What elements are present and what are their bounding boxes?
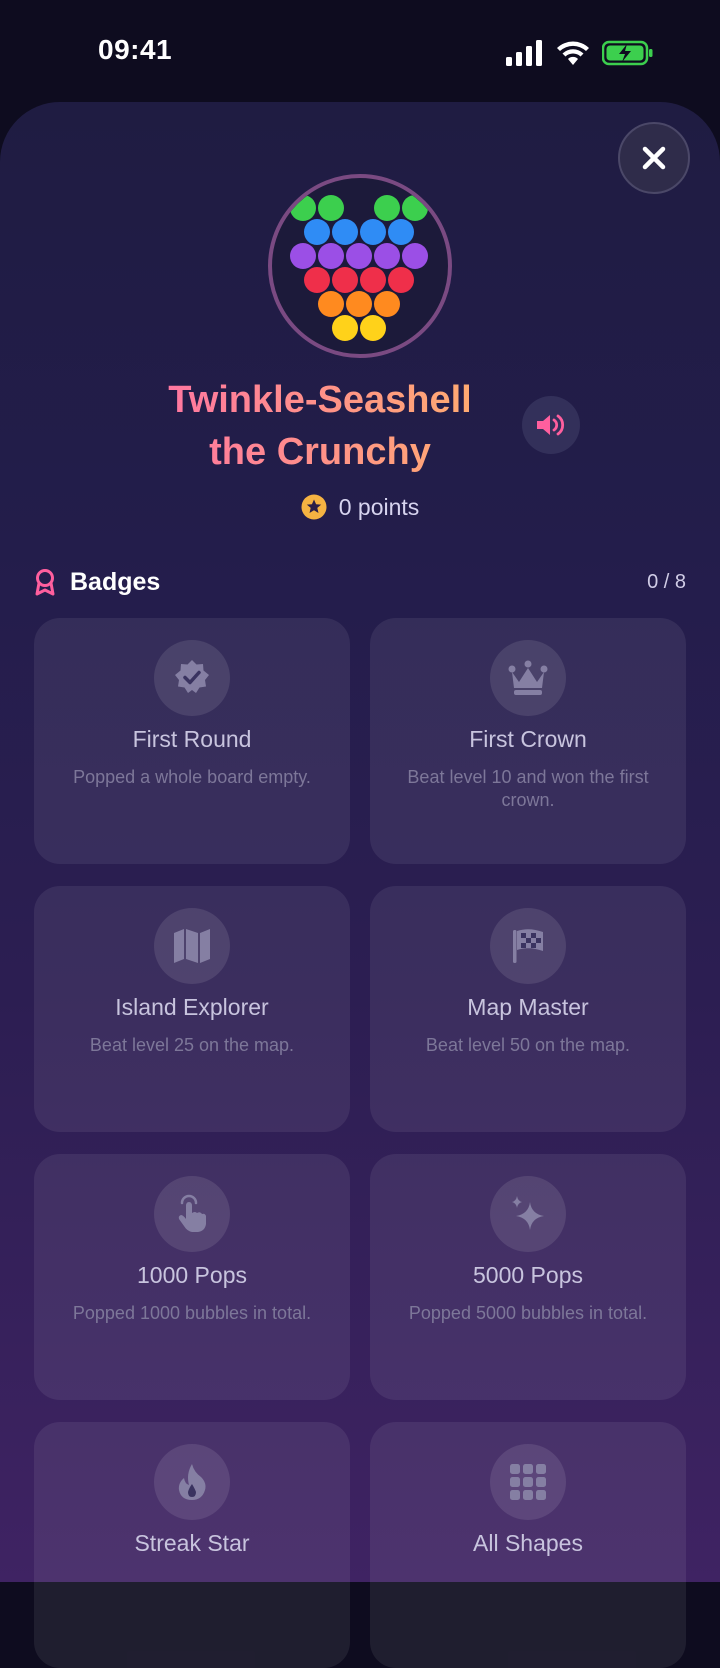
profile-sheet: Twinkle-Seashell the Crunchy 0 points Ba… <box>0 102 720 1668</box>
badge-card-first-crown[interactable]: First Crown Beat level 10 and won the fi… <box>370 618 686 864</box>
badge-card-1000-pops[interactable]: 1000 Pops Popped 1000 bubbles in total. <box>34 1154 350 1400</box>
tap-hand-icon <box>178 1194 206 1232</box>
badge-title: First Crown <box>469 726 587 752</box>
badge-description: Popped a whole board empty. <box>73 767 311 787</box>
badge-description: Beat level 10 and won the first crown. <box>407 767 649 810</box>
sparkles-icon <box>512 1196 544 1230</box>
status-time: 09:41 <box>98 34 173 65</box>
badge-description: Beat level 25 on the map. <box>89 1035 295 1055</box>
badge-icon-wrap <box>154 1176 230 1252</box>
badge-title: First Round <box>132 726 252 752</box>
badge-description: Popped 1000 bubbles in total. <box>72 1303 312 1323</box>
points-row: 0 points <box>0 490 720 524</box>
badge-title: All Shapes <box>473 1530 583 1556</box>
badge-icon-wrap <box>490 908 566 984</box>
close-button[interactable] <box>618 122 690 194</box>
badge-title: Map Master <box>467 994 589 1020</box>
speaker-icon <box>537 414 565 436</box>
badge-icon-wrap <box>490 1176 566 1252</box>
badge-title: 1000 Pops <box>137 1262 247 1288</box>
points-label: 0 points <box>338 493 420 520</box>
badge-card-5000-pops[interactable]: 5000 Pops Popped 5000 bubbles in total. <box>370 1154 686 1400</box>
star-coin-icon <box>301 494 327 520</box>
badge-card-map-master[interactable]: Map Master Beat level 50 on the map. <box>370 886 686 1132</box>
badge-title: Streak Star <box>134 1530 250 1556</box>
speak-name-button[interactable] <box>522 396 580 454</box>
badges-count: 0 / 8 <box>647 570 686 593</box>
badge-title: 5000 Pops <box>473 1262 583 1288</box>
grid-icon <box>510 1464 546 1500</box>
player-name: Twinkle-Seashell the Crunchy <box>120 374 520 478</box>
verified-badge-icon <box>175 660 209 693</box>
cellular-signal-icon <box>506 40 542 66</box>
badge-icon-wrap <box>154 640 230 716</box>
battery-charging-icon <box>602 40 653 66</box>
wifi-icon <box>557 41 589 65</box>
badge-icon-wrap <box>490 640 566 716</box>
badge-card-island-explorer[interactable]: Island Explorer Beat level 25 on the map… <box>34 886 350 1132</box>
map-icon <box>174 929 210 963</box>
badge-card-streak-star[interactable]: Streak Star <box>34 1422 350 1668</box>
badge-description: Popped 5000 bubbles in total. <box>408 1303 648 1323</box>
crown-icon <box>508 660 548 695</box>
badge-icon-wrap <box>154 1444 230 1520</box>
player-name-line2: the Crunchy <box>209 431 431 473</box>
ribbon-award-icon <box>35 569 55 596</box>
bubble-heart-icon <box>290 195 428 341</box>
badge-card-all-shapes[interactable]: All Shapes <box>370 1422 686 1668</box>
badges-title: Badges <box>70 567 161 596</box>
badges-header: Badges 0 / 8 <box>34 564 686 600</box>
badge-card-first-round[interactable]: First Round Popped a whole board empty. <box>34 618 350 864</box>
status-bar: 09:41 <box>0 0 720 100</box>
status-icons <box>506 36 654 70</box>
avatar <box>268 174 452 358</box>
badge-icon-wrap <box>154 908 230 984</box>
checkered-flag-icon <box>513 929 543 963</box>
badge-title: Island Explorer <box>115 994 269 1020</box>
badge-description: Beat level 50 on the map. <box>425 1035 631 1055</box>
player-name-line1: Twinkle-Seashell <box>168 379 472 421</box>
flame-icon <box>178 1464 206 1500</box>
badge-icon-wrap <box>490 1444 566 1520</box>
close-icon <box>642 146 666 170</box>
